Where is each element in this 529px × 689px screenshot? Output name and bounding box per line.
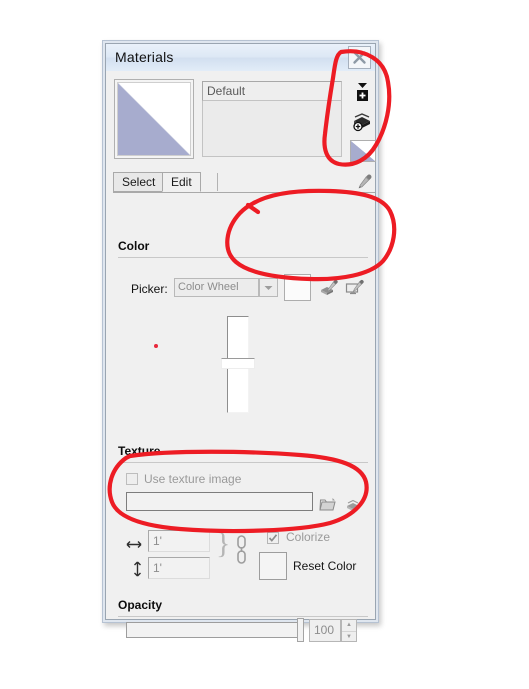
texture-section-rule [118,462,368,463]
opacity-section-rule [118,616,368,617]
color-section-heading: Color [118,239,150,253]
material-name-panel [202,101,342,157]
current-material-swatch-fill [349,140,376,162]
use-texture-image-checkbox[interactable] [126,473,138,485]
texture-section-heading: Texture [118,444,161,458]
material-name-input[interactable]: Default [202,81,342,101]
page-title: Materials [115,49,174,65]
texture-width-input[interactable]: 1' [148,530,210,552]
tab-separator [217,173,218,191]
create-material-icon[interactable] [348,79,376,107]
opacity-slider-thumb[interactable] [297,618,304,642]
chevron-down-icon[interactable] [259,278,278,297]
opacity-slider-track[interactable] [126,622,304,638]
panel-body: Default Select Edit Color Picker: Color … [106,71,376,642]
opacity-value-input[interactable]: 100 [309,619,341,642]
match-screen-color-icon[interactable] [344,277,366,299]
brightness-slider-thumb[interactable] [221,358,255,369]
close-icon [352,50,367,65]
color-wheel-marker[interactable] [154,344,158,348]
tab-edit[interactable]: Edit [162,172,201,192]
tab-bar: Select Edit [113,172,375,193]
material-header: Default [112,79,376,167]
material-header-icons [348,79,380,166]
color-section-rule [118,257,368,258]
dimension-brace-icon: } [216,527,231,560]
match-object-color-icon[interactable] [318,277,340,299]
tab-select[interactable]: Select [113,172,165,192]
texture-height-input[interactable]: 1' [148,557,210,579]
material-preview-swatch-fill [117,82,191,156]
edit-texture-icon[interactable] [343,495,365,515]
materials-panel: Materials Default Select Edit Color Pick… [102,40,379,642]
eyedropper-icon[interactable] [353,171,375,191]
reset-color-button[interactable]: Reset Color [293,559,356,573]
texture-path-input[interactable] [126,492,313,511]
tab-edit-label: Edit [171,175,192,189]
current-material-swatch[interactable] [348,137,376,165]
chain-link-icon[interactable] [234,532,248,568]
picker-select[interactable]: Color Wheel [174,278,259,297]
current-color-swatch[interactable] [284,274,311,301]
color-wheel-area[interactable] [113,303,375,413]
vertical-arrows-icon [129,561,145,577]
material-preview-swatch[interactable] [114,79,194,159]
reset-color-swatch[interactable] [259,552,287,580]
browse-texture-icon[interactable] [317,495,339,515]
horizontal-arrows-icon [126,536,142,552]
opacity-stepper-down[interactable]: ▼ [342,632,356,643]
colorize-label: Colorize [286,530,331,544]
opacity-stepper-up[interactable]: ▲ [342,620,356,632]
materials-panel-inner: Materials Default Select Edit Color Pick… [105,43,376,642]
titlebar[interactable]: Materials [106,44,375,72]
opacity-section-heading: Opacity [118,598,163,612]
tab-select-label: Select [122,175,156,189]
add-to-model-icon[interactable] [348,108,376,136]
close-button[interactable] [348,46,371,69]
use-texture-image-label: Use texture image [144,472,242,486]
opacity-stepper[interactable]: ▲ ▼ [341,619,357,642]
colorize-checkbox[interactable] [267,532,279,544]
picker-label: Picker: [131,282,168,296]
